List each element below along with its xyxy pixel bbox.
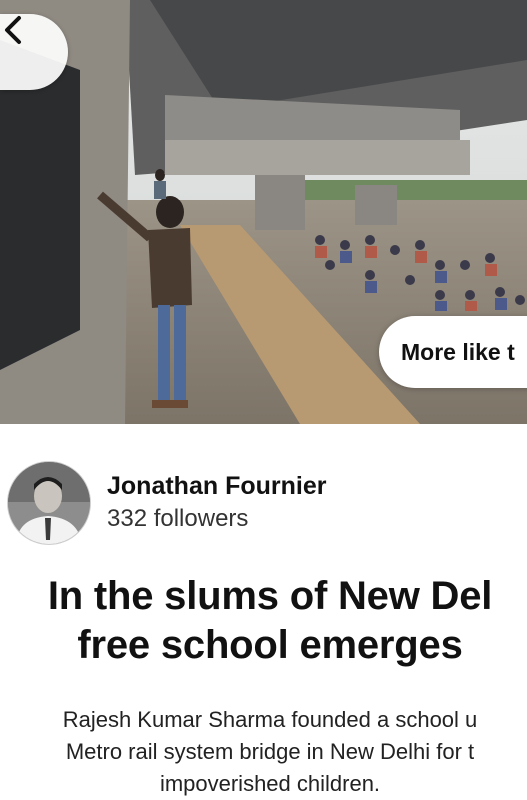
post-title-line: In the slums of New Del bbox=[47, 574, 493, 618]
post-description-line: Rajesh Kumar Sharma founded a school u bbox=[62, 707, 478, 732]
post-description-line: impoverished children. bbox=[159, 771, 381, 796]
avatar-photo bbox=[8, 462, 90, 544]
author-name[interactable]: Jonathan Fournier bbox=[107, 471, 326, 501]
hero-photo[interactable]: More like t bbox=[0, 0, 527, 424]
avatar[interactable] bbox=[7, 461, 91, 545]
author-row[interactable]: Jonathan Fournier 332 followers bbox=[7, 461, 326, 545]
author-followers: 332 followers bbox=[107, 505, 249, 532]
more-like-this-label: More like t bbox=[401, 338, 515, 365]
post-description: Rajesh Kumar Sharma founded a school u M… bbox=[0, 704, 527, 800]
post-title: In the slums of New Del free school emer… bbox=[0, 572, 527, 670]
more-like-this-button[interactable]: More like t bbox=[379, 316, 527, 388]
post-title-line: free school emerges bbox=[77, 623, 463, 667]
post-description-line: Metro rail system bridge in New Delhi fo… bbox=[65, 739, 475, 764]
